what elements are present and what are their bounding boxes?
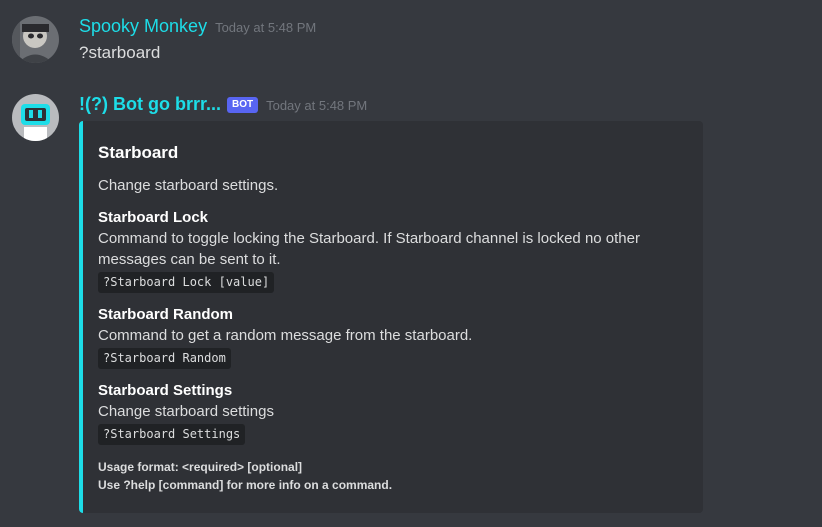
field-value-line: Command to get a random message from the…: [98, 327, 473, 344]
footer-usage-format: Usage format: <required> [optional]: [98, 460, 303, 474]
embed-description: Change starboard settings.: [98, 177, 279, 194]
bot-message-timestamp: Today at 5:48 PM: [266, 98, 368, 113]
message-content: ?starboard: [79, 43, 161, 62]
help-embed: Starboard Change starboard settings. Sta…: [79, 121, 703, 513]
embed-field-starboard-random: Starboard Random Command to get a random…: [98, 304, 678, 369]
field-name: Starboard Lock: [98, 209, 209, 226]
user-avatar[interactable]: [12, 16, 59, 63]
field-name: Starboard Random: [98, 306, 234, 323]
embed-footer: Usage format: <required> [optional] Use …: [98, 458, 392, 494]
command-usage-code: ?Starboard Lock [value]: [98, 272, 275, 293]
field-value-line: Change starboard settings: [98, 403, 274, 420]
command-usage-code: ?Starboard Settings: [98, 424, 246, 445]
bot-avatar[interactable]: [12, 94, 59, 141]
embed-field-starboard-lock: Starboard Lock Command to toggle locking…: [98, 207, 678, 293]
field-value-line: messages can be sent to it.: [98, 251, 281, 268]
footer-help-hint: Use ?help [command] for more info on a c…: [98, 478, 393, 492]
field-value-line: Command to toggle locking the Starboard.…: [98, 230, 640, 247]
field-name: Starboard Settings: [98, 382, 233, 399]
bot-username[interactable]: !(?) Bot go brrr...: [79, 94, 221, 115]
embed-field-starboard-settings: Starboard Settings Change starboard sett…: [98, 380, 678, 445]
bot-message-header: !(?) Bot go brrr... BOT Today at 5:48 PM: [79, 94, 367, 116]
embed-title: Starboard: [98, 143, 179, 162]
bot-badge: BOT: [226, 97, 259, 113]
message-timestamp: Today at 5:48 PM: [215, 20, 317, 35]
command-usage-code: ?Starboard Random: [98, 348, 231, 369]
message-user: Spooky Monkey Today at 5:48 PM ?starboar…: [0, 0, 822, 80]
username[interactable]: Spooky Monkey: [79, 16, 207, 37]
